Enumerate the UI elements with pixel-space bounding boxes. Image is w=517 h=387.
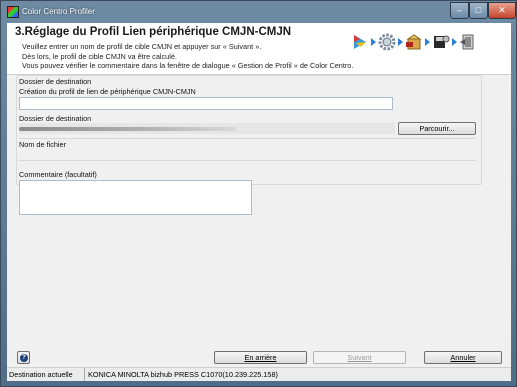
comment-label: Commentaire (facultatif)	[19, 170, 97, 179]
wizard-content: 3.Réglage du Profil Lien périphérique CM…	[7, 23, 511, 381]
separator	[19, 138, 476, 139]
exit-icon	[460, 34, 474, 50]
cancel-button[interactable]: Annuler	[424, 351, 502, 364]
current-destination-label: Destination actuelle	[9, 370, 73, 379]
minimize-button[interactable]: –	[450, 2, 469, 19]
destination-folder-label: Dossier de destination	[19, 114, 92, 123]
redacted-path	[19, 127, 236, 131]
destination-group-title: Dossier de destination	[19, 77, 92, 86]
description-line-3: Vous pouvez vérifier le commentaire dans…	[22, 61, 354, 70]
status-bar: Destination actuelle KONICA MINOLTA bizh…	[7, 367, 511, 381]
step-arrow-icon	[371, 38, 376, 46]
step-arrow-icon	[398, 38, 403, 46]
destination-folder-path	[19, 123, 395, 134]
comment-textarea[interactable]	[19, 180, 252, 215]
question-icon: ?	[20, 354, 28, 362]
step-title: 3.Réglage du Profil Lien périphérique CM…	[15, 26, 292, 38]
profile-name-input[interactable]	[19, 97, 393, 110]
save-icon	[434, 35, 450, 48]
browse-button[interactable]: Parcourir...	[398, 122, 476, 135]
wizard-header: 3.Réglage du Profil Lien périphérique CM…	[7, 23, 511, 75]
file-name-label: Nom de fichier	[19, 140, 67, 149]
step-arrow-icon	[425, 38, 430, 46]
status-divider	[84, 368, 85, 381]
help-button[interactable]: ?	[17, 351, 30, 364]
description-line-1: Veuillez entrer un nom de profil de cibl…	[22, 42, 262, 51]
file-name-value	[19, 149, 476, 161]
maximize-button[interactable]: □	[469, 2, 488, 19]
back-button-label: En arrière	[244, 353, 277, 362]
cancel-button-label: Annuler	[450, 353, 476, 362]
next-button-label: Suivant	[347, 353, 372, 362]
description-line-2: Dès lors, le profil de cible CMJN va êtr…	[22, 52, 177, 61]
title-bar[interactable]: Color Centro Profiler – □ ✕	[1, 1, 516, 23]
next-button[interactable]: Suivant	[313, 351, 406, 364]
package-icon	[406, 34, 422, 50]
step-arrow-icon	[452, 38, 457, 46]
gear-icon	[378, 33, 396, 51]
back-button[interactable]: En arrière	[214, 351, 307, 364]
app-window: Color Centro Profiler – □ ✕ 3.Réglage du…	[0, 0, 517, 387]
current-destination-value: KONICA MINOLTA bizhub PRESS C1070(10.239…	[88, 370, 278, 379]
window-title: Color Centro Profiler	[22, 7, 95, 16]
play-icon	[354, 35, 366, 49]
app-icon	[7, 6, 19, 18]
close-button[interactable]: ✕	[488, 2, 516, 19]
profile-name-label: Création du profil de lien de périphériq…	[19, 87, 196, 96]
